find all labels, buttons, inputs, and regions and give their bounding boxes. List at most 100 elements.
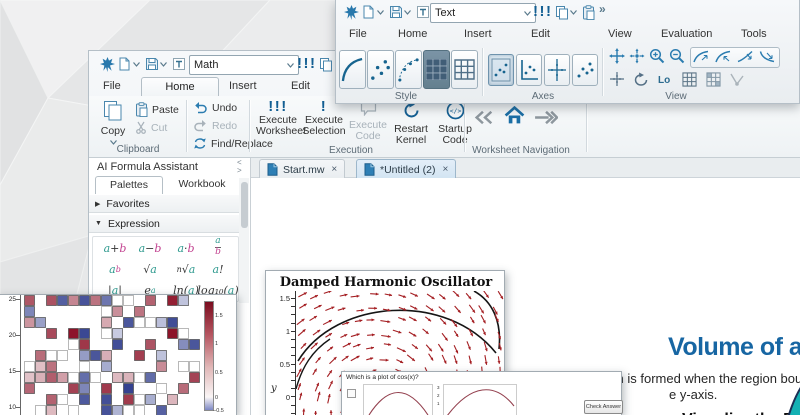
heatmap-y-axis bbox=[20, 295, 21, 415]
plot-style-point-button[interactable] bbox=[367, 50, 394, 89]
table-icon[interactable] bbox=[172, 57, 186, 71]
execute-all-icon[interactable]: !!! bbox=[533, 3, 553, 20]
expression-palette-item[interactable]: a·b bbox=[169, 239, 203, 257]
translate-icon[interactable] bbox=[628, 47, 646, 65]
home-icon[interactable] bbox=[503, 106, 526, 125]
scale-y-icon[interactable] bbox=[758, 47, 776, 65]
navigate-forward-icon[interactable] bbox=[533, 110, 558, 125]
save-icon[interactable] bbox=[389, 5, 403, 19]
group-separator bbox=[482, 48, 483, 96]
tab-workbook[interactable]: Workbook bbox=[169, 176, 235, 193]
menu-tab-tools[interactable]: Tools bbox=[741, 28, 767, 40]
panel-collapse-right-icon[interactable]: > bbox=[237, 166, 242, 175]
scale-default-icon[interactable] bbox=[692, 47, 710, 65]
copy-icon[interactable] bbox=[555, 5, 569, 20]
paste-icon[interactable] bbox=[582, 5, 595, 20]
gridlines-icon[interactable] bbox=[680, 70, 698, 88]
text-mode-select[interactable]: Text bbox=[430, 3, 536, 23]
axes-none-button[interactable] bbox=[572, 54, 598, 86]
zoom-out-icon[interactable] bbox=[668, 47, 686, 65]
restart-kernel-button[interactable]: Restart Kernel bbox=[390, 101, 432, 147]
new-document-icon[interactable] bbox=[362, 5, 375, 19]
menu-tab-insert[interactable]: Insert bbox=[229, 80, 257, 92]
expression-palette-item[interactable]: ab bbox=[201, 239, 235, 257]
menu-tab-file[interactable]: File bbox=[349, 28, 367, 40]
plot-style-patch-grid-button[interactable] bbox=[451, 50, 478, 89]
chevron-down-icon[interactable] bbox=[133, 62, 140, 67]
panel-scrollbar[interactable] bbox=[239, 178, 249, 303]
overflow-icon[interactable]: » bbox=[599, 2, 606, 16]
probe-info-icon[interactable] bbox=[728, 70, 746, 88]
menu-tab-insert[interactable]: Insert bbox=[464, 28, 492, 40]
palette-section-favorites[interactable]: ▶ Favorites bbox=[89, 194, 239, 213]
rotate-plot-icon[interactable] bbox=[632, 70, 650, 88]
menu-tab-view[interactable]: View bbox=[608, 28, 632, 40]
axes-normal-button[interactable] bbox=[516, 54, 542, 86]
math-mode-select[interactable]: Math bbox=[189, 55, 299, 75]
expression-palette-item[interactable]: √a bbox=[133, 260, 167, 278]
zoom-in-icon[interactable] bbox=[648, 47, 666, 65]
chevron-down-icon[interactable] bbox=[377, 10, 384, 15]
chevron-down-icon[interactable] bbox=[404, 10, 411, 15]
plot-style-patch-button[interactable] bbox=[423, 50, 450, 89]
axes-cross-button[interactable] bbox=[544, 54, 570, 86]
menu-tab-edit[interactable]: Edit bbox=[531, 28, 550, 40]
svg-text:</>: </> bbox=[449, 107, 461, 115]
execute-all-icon[interactable]: !!! bbox=[297, 55, 317, 72]
new-document-icon[interactable] bbox=[118, 57, 131, 71]
axes-properties-icon[interactable] bbox=[608, 70, 626, 88]
table-icon[interactable] bbox=[416, 5, 430, 19]
log-mode-icon[interactable]: Lo bbox=[656, 70, 674, 88]
question-panel[interactable]: Which is a plot of cos(x)? 3 2 1 Check A… bbox=[341, 371, 622, 415]
axes-boxed-button[interactable] bbox=[488, 54, 514, 86]
answer-checkbox[interactable] bbox=[347, 389, 356, 398]
scale-constrained-icon[interactable] bbox=[714, 47, 732, 65]
plot-style-point-line-button[interactable] bbox=[395, 50, 422, 89]
menu-tab-home[interactable]: Home bbox=[398, 28, 427, 40]
expression-palette-item[interactable]: ab bbox=[98, 260, 132, 278]
chevron-down-icon[interactable] bbox=[160, 62, 167, 67]
plot-style-line-button[interactable] bbox=[339, 50, 366, 89]
execute-code-button[interactable]: Execute Code bbox=[348, 101, 388, 143]
execute-worksheet-button[interactable]: !!! Execute Worksheet bbox=[256, 101, 300, 138]
answer-plot-b[interactable] bbox=[443, 384, 517, 415]
navigate-back-icon[interactable] bbox=[473, 110, 496, 125]
close-icon[interactable]: × bbox=[331, 164, 337, 175]
menu-tab-evaluation[interactable]: Evaluation bbox=[661, 28, 712, 40]
osc-ytick: 0.5 bbox=[274, 360, 290, 369]
undo-button[interactable]: Undo bbox=[193, 101, 237, 114]
tab-palettes[interactable]: Palettes bbox=[95, 176, 163, 195]
close-icon[interactable]: × bbox=[442, 164, 448, 175]
cut-button[interactable]: Cut bbox=[135, 121, 167, 134]
scrollbar-thumb[interactable] bbox=[241, 182, 248, 228]
expression-palette-item[interactable]: a+b bbox=[98, 239, 132, 257]
menu-tab-file[interactable]: File bbox=[103, 80, 121, 92]
osc-tickmark bbox=[291, 331, 295, 332]
check-answer-button[interactable]: Check Answer bbox=[584, 400, 623, 414]
scale-x-icon[interactable] bbox=[736, 47, 754, 65]
expression-palette-item[interactable]: a−b bbox=[133, 239, 167, 257]
heatmap-tickmark bbox=[16, 407, 20, 408]
heatmap-plot-window[interactable]: 25 20 15 10 1.5 1 0.5 0 −0.5 bbox=[0, 294, 237, 415]
osc-tickmark bbox=[291, 372, 295, 373]
gridlines-fill-icon[interactable] bbox=[704, 70, 722, 88]
menu-tab-edit[interactable]: Edit bbox=[291, 80, 310, 92]
copy-icon[interactable] bbox=[319, 57, 333, 72]
paste-button[interactable]: Paste bbox=[135, 102, 179, 117]
expression-palette-item[interactable]: n√a bbox=[169, 260, 203, 278]
answer-plot-a[interactable] bbox=[363, 384, 433, 415]
menu-tab-home[interactable]: Home bbox=[141, 77, 219, 97]
doc-tab-start[interactable]: Start.mw × bbox=[259, 159, 345, 179]
save-icon[interactable] bbox=[145, 57, 159, 71]
expression-palette-item[interactable]: a! bbox=[201, 260, 235, 278]
group-separator bbox=[602, 48, 603, 96]
osc-tickmark bbox=[291, 405, 295, 406]
pan-icon[interactable] bbox=[608, 47, 626, 65]
execute-selection-button[interactable]: ! Execute Selection bbox=[302, 101, 346, 138]
doc-tab-untitled[interactable]: *Untitled (2) × bbox=[356, 159, 456, 179]
palette-section-expression[interactable]: ▼ Expression bbox=[89, 214, 239, 233]
startup-code-button[interactable]: </> Startup Code bbox=[434, 101, 476, 147]
chevron-down-icon[interactable] bbox=[570, 10, 577, 15]
redo-button[interactable]: Redo bbox=[193, 119, 237, 132]
copy-button[interactable]: Copy bbox=[95, 100, 131, 149]
